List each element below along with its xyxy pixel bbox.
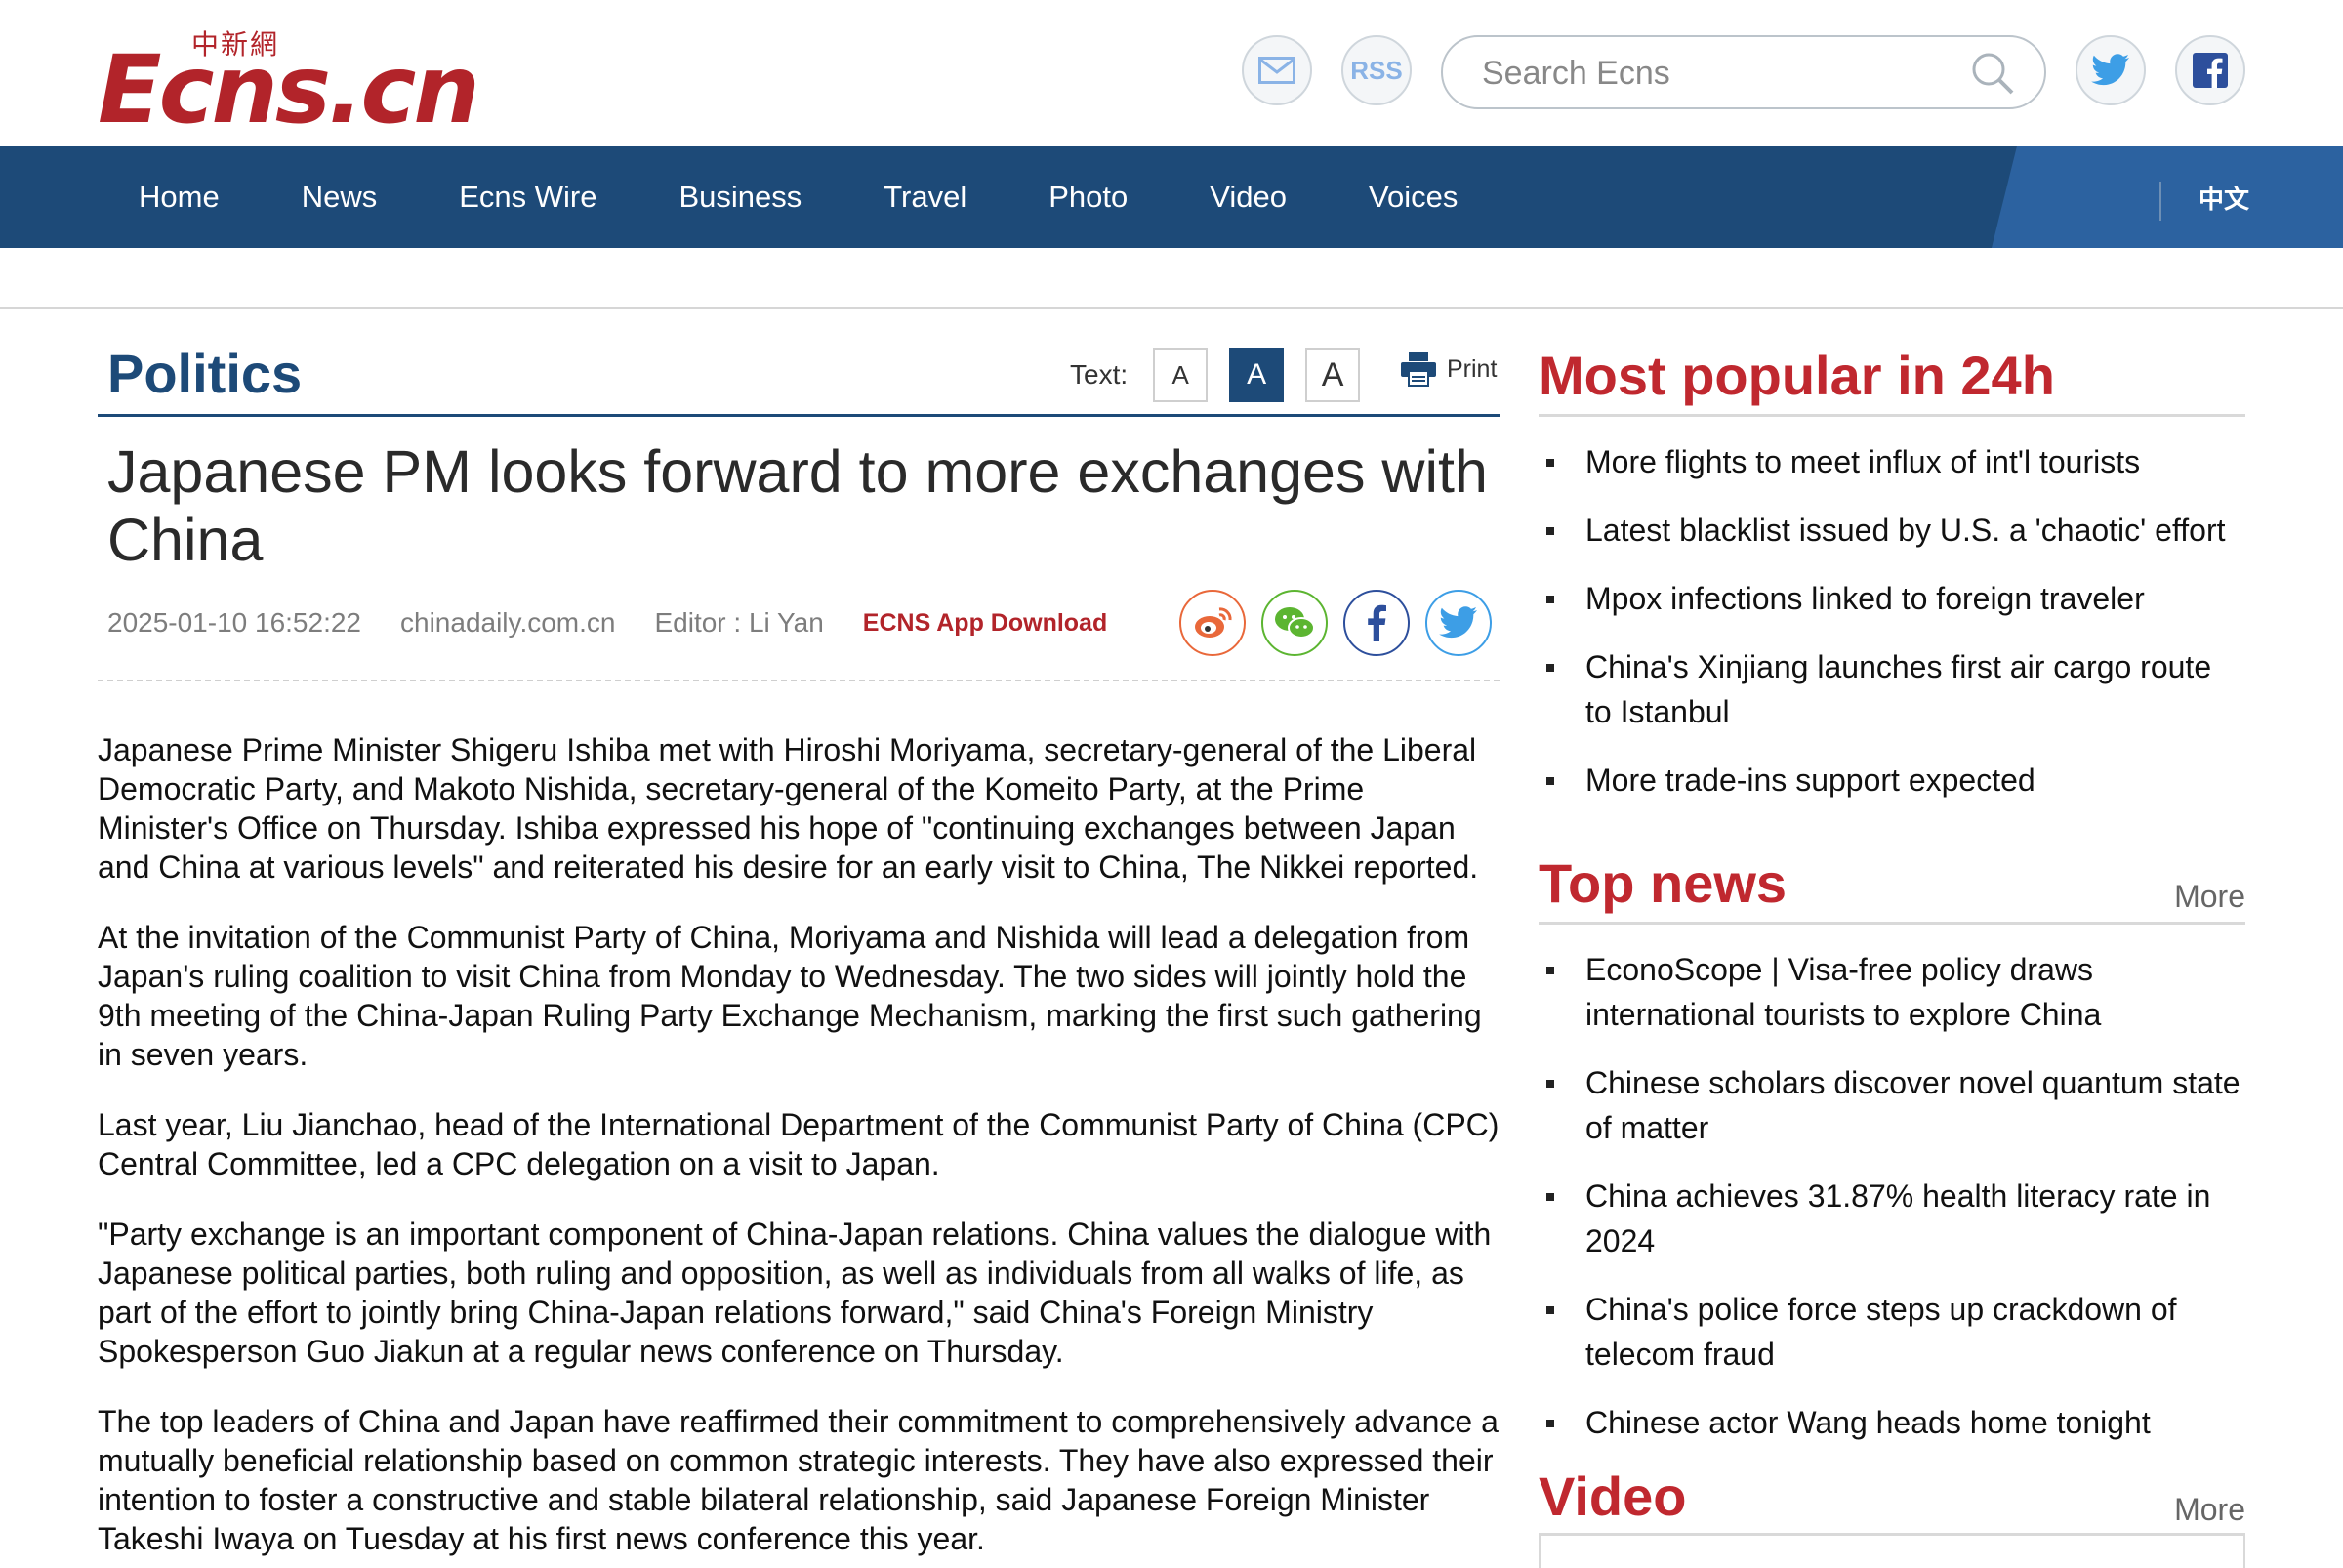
most-popular-rule <box>1539 414 2245 417</box>
text-size-large-button[interactable]: A <box>1305 348 1361 402</box>
top-news-item-label: Chinese actor Wang heads home tonight <box>1585 1405 2151 1440</box>
most-popular-item[interactable]: Mpox infections linked to foreign travel… <box>1546 576 2245 621</box>
top-news-item-label: Chinese scholars discover novel quantum … <box>1585 1065 2240 1145</box>
main-nav: Home News Ecns Wire Business Travel Phot… <box>0 146 2343 248</box>
most-popular-item-label: China's Xinjiang launches first air carg… <box>1585 649 2212 729</box>
article-body: Japanese Prime Minister Shigeru Ishiba m… <box>98 730 1503 1568</box>
nav-item-video[interactable]: Video <box>1169 146 1328 248</box>
most-popular-item[interactable]: China's Xinjiang launches first air carg… <box>1546 644 2245 734</box>
text-size-medium-button[interactable]: A <box>1229 348 1285 402</box>
top-news-list: EconoScope | Visa-free policy draws inte… <box>1546 947 2245 1468</box>
top-news-item-label: China's police force steps up crackdown … <box>1585 1292 2177 1372</box>
header-divider <box>0 307 2343 309</box>
most-popular-item-label: More flights to meet influx of int'l tou… <box>1585 444 2141 479</box>
site-logo[interactable]: 中新網 Ecns.cn <box>98 21 480 139</box>
nav-item-business[interactable]: Business <box>637 146 843 248</box>
rss-label: RSS <box>1350 55 1403 85</box>
most-popular-title: Most popular in 24h <box>1539 345 2055 406</box>
top-news-item-label: EconoScope | Visa-free policy draws inte… <box>1585 952 2102 1032</box>
bullet <box>1546 967 1554 974</box>
top-news-item[interactable]: Chinese scholars discover novel quantum … <box>1546 1060 2245 1150</box>
video-panel <box>1539 1533 2245 1568</box>
article-paragraph: The top leaders of China and Japan have … <box>98 1404 1499 1556</box>
bullet <box>1546 596 1554 603</box>
wechat-share-icon[interactable] <box>1261 590 1328 656</box>
most-popular-item-label: Latest blacklist issued by U.S. a 'chaot… <box>1585 513 2226 548</box>
most-popular-item-label: More trade-ins support expected <box>1585 763 2035 798</box>
section-rule <box>98 414 1500 417</box>
bullet <box>1546 777 1554 785</box>
most-popular-list: More flights to meet influx of int'l tou… <box>1546 439 2245 826</box>
article-title: Japanese PM looks forward to more exchan… <box>107 438 1488 573</box>
nav-item-photo[interactable]: Photo <box>1007 146 1169 248</box>
most-popular-item[interactable]: More trade-ins support expected <box>1546 758 2245 803</box>
app-download-link[interactable]: ECNS App Download <box>863 609 1107 638</box>
bullet <box>1546 1080 1554 1088</box>
nav-accent <box>1992 146 2343 248</box>
nav-item-news[interactable]: News <box>261 146 419 248</box>
text-size-control: Text: A A A <box>1070 348 1381 402</box>
text-size-label: Text: <box>1070 359 1129 390</box>
article-paragraph: "Party exchange is an important componen… <box>98 1217 1492 1369</box>
nav-item-voices[interactable]: Voices <box>1328 146 1499 248</box>
site-header: 中新網 Ecns.cn RSS <box>0 0 2343 146</box>
rss-icon[interactable]: RSS <box>1341 35 1412 105</box>
article-paragraph: Japanese Prime Minister Shigeru Ishiba m… <box>98 732 1479 885</box>
twitter-icon[interactable] <box>2076 35 2146 105</box>
bullet <box>1546 527 1554 535</box>
section-title[interactable]: Politics <box>107 342 302 405</box>
article-date: 2025-01-10 16:52:22 <box>107 607 361 638</box>
most-popular-item[interactable]: More flights to meet influx of int'l tou… <box>1546 439 2245 484</box>
facebook-share-icon[interactable] <box>1343 590 1410 656</box>
top-news-more-link[interactable]: More <box>2174 879 2245 915</box>
facebook-icon[interactable] <box>2175 35 2245 105</box>
article-paragraph: Last year, Liu Jianchao, head of the Int… <box>98 1107 1500 1181</box>
top-news-rule <box>1539 922 2245 925</box>
top-news-title: Top news <box>1539 852 1788 914</box>
logo-text: Ecns.cn <box>98 35 480 144</box>
mail-icon[interactable] <box>1242 35 1312 105</box>
bullet <box>1546 664 1554 672</box>
article-editor: Editor : Li Yan <box>654 607 824 638</box>
search-icon[interactable] <box>1970 51 2015 96</box>
nav-item-home[interactable]: Home <box>98 146 261 248</box>
bullet <box>1546 1420 1554 1427</box>
printer-icon <box>1401 352 1436 387</box>
top-news-item[interactable]: Chinese actor Wang heads home tonight <box>1546 1400 2245 1445</box>
nav-item-travel[interactable]: Travel <box>843 146 1007 248</box>
twitter-share-icon[interactable] <box>1425 590 1492 656</box>
top-news-item-label: China achieves 31.87% health literacy ra… <box>1585 1178 2211 1259</box>
top-news-item[interactable]: China achieves 31.87% health literacy ra… <box>1546 1174 2245 1263</box>
weibo-share-icon[interactable] <box>1179 590 1246 656</box>
search-input[interactable] <box>1482 51 1951 96</box>
article-meta: 2025-01-10 16:52:22 chinadaily.com.cn Ed… <box>107 607 1146 639</box>
video-title: Video <box>1539 1465 1687 1527</box>
most-popular-item[interactable]: Latest blacklist issued by U.S. a 'chaot… <box>1546 508 2245 553</box>
top-news-item[interactable]: China's police force steps up crackdown … <box>1546 1287 2245 1377</box>
meta-divider <box>98 680 1500 681</box>
article-paragraph: At the invitation of the Communist Party… <box>98 920 1482 1072</box>
language-switch[interactable]: 中文 <box>2199 180 2249 216</box>
search-box <box>1441 35 2046 109</box>
nav-item-ecns-wire[interactable]: Ecns Wire <box>418 146 637 248</box>
most-popular-item-label: Mpox infections linked to foreign travel… <box>1585 581 2145 616</box>
nav-divider <box>2159 182 2161 221</box>
bullet <box>1546 459 1554 467</box>
video-more-link[interactable]: More <box>2174 1492 2245 1528</box>
article-source: chinadaily.com.cn <box>400 607 616 638</box>
bullet <box>1546 1193 1554 1201</box>
top-news-item[interactable]: EconoScope | Visa-free policy draws inte… <box>1546 947 2245 1037</box>
bullet <box>1546 1306 1554 1314</box>
print-label: Print <box>1447 354 1498 383</box>
print-button[interactable]: Print <box>1400 351 1497 387</box>
text-size-small-button[interactable]: A <box>1153 348 1209 402</box>
